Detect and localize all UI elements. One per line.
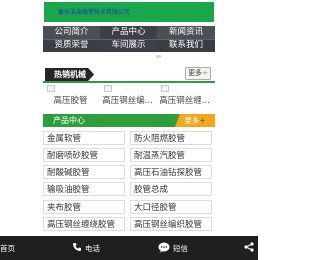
call-label: 电话 [85,243,100,253]
product-image-icon [104,85,112,92]
hot-more-arrow: + [202,69,208,77]
nav-item-honors[interactable]: 资质荣誉 [43,39,100,52]
product-link[interactable]: 耐温蒸汽胶管 [130,148,212,162]
company-logo-text: 衡水浩海橡塑技术有限公司 [58,9,131,16]
product-image-icon [161,85,169,92]
product-more-arrow: + [199,116,206,125]
home-button[interactable]: 首页 [0,236,15,260]
phone-icon [72,242,82,254]
product-link[interactable]: 输吸油胶管 [43,182,125,196]
message-button[interactable]: 短信 [158,236,188,260]
nav-item-workshop[interactable]: 车间展示 [100,39,157,52]
share-button[interactable] [244,236,257,260]
product-more-button[interactable]: 更多+ [175,114,215,127]
hot-products-grid: 高压胶管 高压钢丝编... 高压钢丝缠... [43,85,215,107]
hot-section-title: 热销机械 [45,68,94,81]
product-image-icon [47,85,55,92]
hot-product-label: 高压钢丝编... [102,96,153,106]
banner-placeholder-icon [156,55,161,58]
nav-item-products[interactable]: 产品中心 [100,26,157,39]
product-link[interactable]: 胶管总成 [130,182,212,196]
product-more-label: 更多 [184,116,200,125]
product-link[interactable]: 高压石油钻探胶管 [130,165,212,179]
hot-section-header: 热销机械 更多+ [43,67,215,83]
call-button[interactable]: 电话 [72,236,100,260]
product-link[interactable]: 金属软管 [43,131,125,145]
hot-product-item[interactable]: 高压钢丝编... [100,85,155,107]
home-label: 首页 [0,243,15,253]
chat-bubble-icon [158,242,170,255]
header: 衡水浩海橡塑技术有限公司 [0,0,258,26]
product-link[interactable]: 夹布胶管 [43,200,125,214]
product-link[interactable]: 高压钢丝缠绕胶管 [43,217,125,231]
product-link[interactable]: 耐磨喷砂胶管 [43,148,125,162]
nav-item-news[interactable]: 新闻资讯 [157,26,215,39]
hot-product-item[interactable]: 高压胶管 [43,85,98,107]
hot-product-label: 高压胶管 [53,96,88,106]
bottom-toolbar: 首页 电话 短信 [0,236,258,260]
product-link[interactable]: 大口径胶管 [130,200,212,214]
message-label: 短信 [173,243,188,253]
share-icon [244,242,254,254]
nav-item-contact[interactable]: 联系我们 [157,39,215,52]
product-section-header: 产品中心 更多+ [43,114,215,127]
hot-product-label: 高压钢丝缠... [159,96,210,106]
product-link[interactable]: 耐酸碱胶管 [43,165,125,179]
hot-more-button[interactable]: 更多+ [185,67,211,80]
nav-divider [43,39,215,40]
product-link[interactable]: 防火阻燃胶管 [130,131,212,145]
nav-item-about[interactable]: 公司简介 [43,26,100,39]
hot-product-item[interactable]: 高压钢丝缠... [157,85,212,107]
product-section-title: 产品中心 [53,116,85,125]
hot-more-label: 更多 [188,69,203,77]
product-link[interactable]: 高压钢丝编织胶管 [130,217,212,231]
